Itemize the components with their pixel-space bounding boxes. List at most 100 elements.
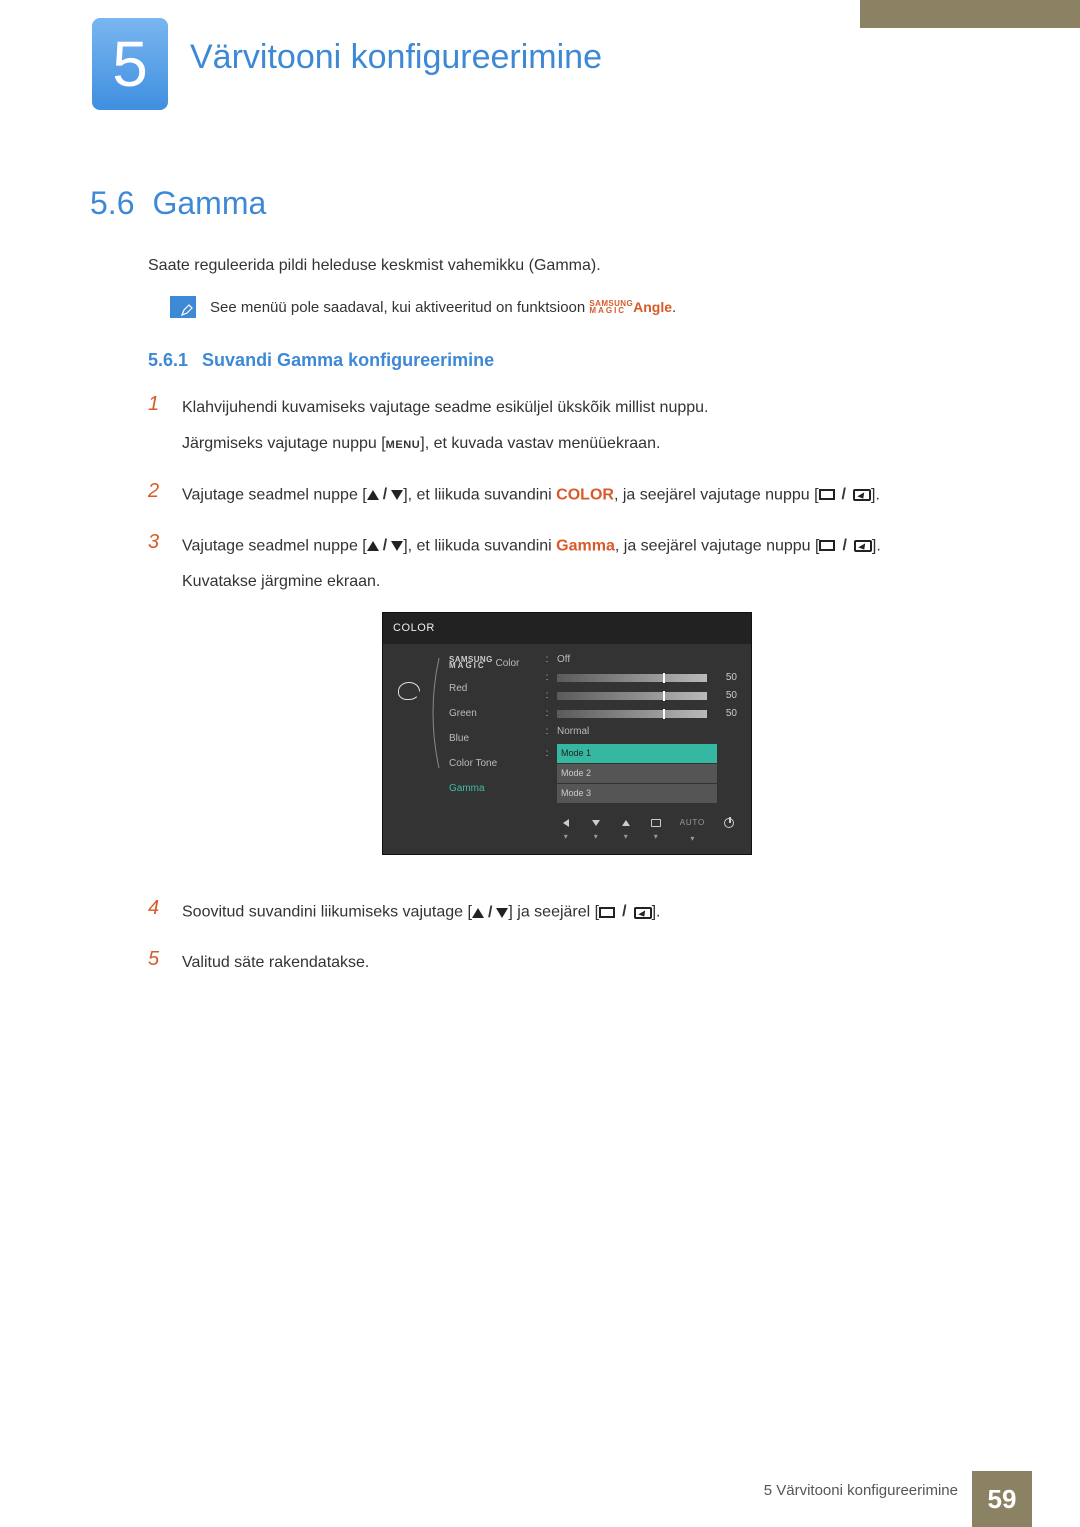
osd-title: COLOR: [383, 613, 751, 644]
step-number: 3: [148, 531, 164, 554]
section-title: Gamma: [152, 185, 266, 222]
gamma-keyword: Gamma: [556, 537, 615, 554]
enter-icon: [853, 489, 871, 501]
source-enter-icons: /: [599, 897, 651, 927]
osd-gamma-mode3: Mode 3: [557, 784, 717, 803]
step-4: 4 Soovitud suvandini liikumiseks vajutag…: [148, 897, 990, 928]
step-number: 2: [148, 480, 164, 503]
osd-gamma-mode2: Mode 2: [557, 764, 717, 783]
section-heading: 5.6 Gamma: [90, 185, 990, 222]
s2-post2: ].: [871, 486, 880, 503]
triangle-up-icon: [367, 541, 379, 551]
triangle-down-icon: [391, 541, 403, 551]
s4-pre: Soovitud suvandini liikumiseks vajutage …: [182, 904, 472, 921]
s3-line2: Kuvatakse järgmine ekraan.: [182, 567, 881, 597]
note-text: See menüü pole saadaval, kui aktiveeritu…: [210, 299, 676, 316]
osd-slider-red: [557, 674, 707, 682]
osd-num-blue: 50: [715, 704, 737, 723]
osd-footer: ▾ ▾ ▾ ▾ AUTO▾ .: [383, 809, 751, 854]
osd-item-colortone: Color Tone: [449, 754, 533, 773]
menu-label: MENU: [386, 439, 421, 451]
chapter-number: 5: [112, 27, 148, 101]
osd-item-magic-color: SAMSUNGMAGIC Color: [449, 654, 533, 673]
osd-gamma-mode1: Mode 1: [557, 744, 717, 763]
step-number: 4: [148, 897, 164, 920]
osd-item-gamma: Gamma: [449, 779, 533, 798]
note-pencil-icon: [170, 296, 196, 318]
s2-mid: ], et liikuda suvandini: [403, 486, 556, 503]
source-icon: [819, 489, 835, 500]
s2-post1: , ja seejärel vajutage nuppu [: [614, 486, 819, 503]
osd-val-magiccolor: Off: [557, 650, 601, 669]
step-2: 2 Vajutage seadmel nuppe [ / ], et liikuda…: [148, 480, 990, 511]
note-prefix: See menüü pole saadaval, kui aktiveeritu…: [210, 299, 589, 316]
s3-post2: ].: [872, 537, 881, 554]
osd-back-icon: ▾: [560, 818, 572, 844]
osd-category-icon-col: [397, 654, 421, 803]
source-icon: [599, 907, 615, 918]
slash-sep: /: [383, 480, 387, 510]
page-footer: 5 Värvitooni konfigureerimine 59: [0, 1471, 1080, 1527]
footer-text: 5 Värvitooni konfigureerimine: [764, 1482, 958, 1517]
osd-num-green: 50: [715, 686, 737, 705]
intro-text: Saate reguleerida pildi heleduse keskmis…: [148, 254, 990, 278]
angle-text: Angle: [633, 299, 672, 315]
osd-enter-icon: ▾: [650, 818, 662, 844]
s3-post1: , ja seejärel vajutage nuppu [: [615, 537, 820, 554]
top-accent-bar: [860, 0, 1080, 28]
s4-mid: ] ja seejärel [: [508, 904, 599, 921]
step-1a-text: Klahvijuhendi kuvamiseks vajutage seadme…: [182, 399, 708, 416]
s4-post: ].: [652, 904, 661, 921]
s3-mid: ], et liikuda suvandini: [403, 537, 556, 554]
enter-icon: [854, 540, 872, 552]
triangle-up-icon: [367, 490, 379, 500]
subsection-title: Suvandi Gamma konfigureerimine: [202, 350, 494, 371]
s2-pre: Vajutage seadmel nuppe [: [182, 486, 367, 503]
osd-label-column: SAMSUNGMAGIC Color Red Green Blue Color …: [449, 654, 533, 803]
step-5: 5 Valitud säte rakendatakse.: [148, 948, 990, 978]
subsection-heading: 5.6.1 Suvandi Gamma konfigureerimine: [148, 350, 990, 371]
page-content: 5.6 Gamma Saate reguleerida pildi heledu…: [90, 185, 990, 999]
osd-num-red: 50: [715, 668, 737, 687]
step-3: 3 Vajutage seadmel nuppe [/], et liikuda…: [148, 531, 990, 878]
step-number: 5: [148, 948, 164, 971]
osd-gamma-options: Mode 1 Mode 2 Mode 3: [557, 744, 717, 803]
step-body: Vajutage seadmel nuppe [ / ], et liikuda s…: [182, 480, 880, 511]
triangle-down-icon: [496, 908, 508, 918]
step-1b-post: ], et kuvada vastav menüüekraan.: [420, 435, 660, 452]
osd-down-icon: ▾: [590, 818, 602, 844]
subsection-number: 5.6.1: [148, 350, 188, 371]
samsung-magic-logo: SAMSUNG MAGIC: [589, 301, 633, 314]
osd-bracket: [433, 654, 437, 803]
osd-screenshot: COLOR SAMSUNGMAGIC Color Red: [382, 612, 752, 856]
step-1: 1 Klahvijuhendi kuvamiseks vajutage sead…: [148, 393, 990, 460]
color-keyword: COLOR: [556, 486, 614, 503]
chapter-badge: 5: [92, 18, 168, 110]
triangle-up-icon: [472, 908, 484, 918]
osd-item-red: Red: [449, 679, 533, 698]
source-enter-icons: /: [819, 480, 871, 510]
osd-power-icon: .: [723, 818, 735, 844]
source-enter-icons: /: [819, 531, 871, 561]
page-number: 59: [972, 1471, 1032, 1527]
step-body: Soovitud suvandini liikumiseks vajutage …: [182, 897, 660, 928]
source-icon: [819, 540, 835, 551]
osd-item-green: Green: [449, 704, 533, 723]
note-row: See menüü pole saadaval, kui aktiveeritu…: [170, 296, 990, 318]
magic-text: MAGIC: [589, 306, 626, 315]
step-body: Valitud säte rakendatakse.: [182, 948, 369, 978]
step-body: Vajutage seadmel nuppe [/], et liikuda s…: [182, 531, 881, 878]
osd-auto-label: AUTO▾: [680, 815, 705, 846]
osd-up-icon: ▾: [620, 818, 632, 844]
osd-slider-blue: [557, 710, 707, 718]
step-1b-pre: Järgmiseks vajutage nuppu [: [182, 435, 386, 452]
chapter-title: Värvitooni konfigureerimine: [190, 38, 602, 77]
step-number: 1: [148, 393, 164, 416]
triangle-down-icon: [391, 490, 403, 500]
palette-icon: [398, 682, 420, 700]
enter-icon: [634, 907, 652, 919]
steps-list: 1 Klahvijuhendi kuvamiseks vajutage sead…: [148, 393, 990, 979]
osd-item-blue: Blue: [449, 729, 533, 748]
osd-slider-green: [557, 692, 707, 700]
section-number: 5.6: [90, 185, 134, 222]
